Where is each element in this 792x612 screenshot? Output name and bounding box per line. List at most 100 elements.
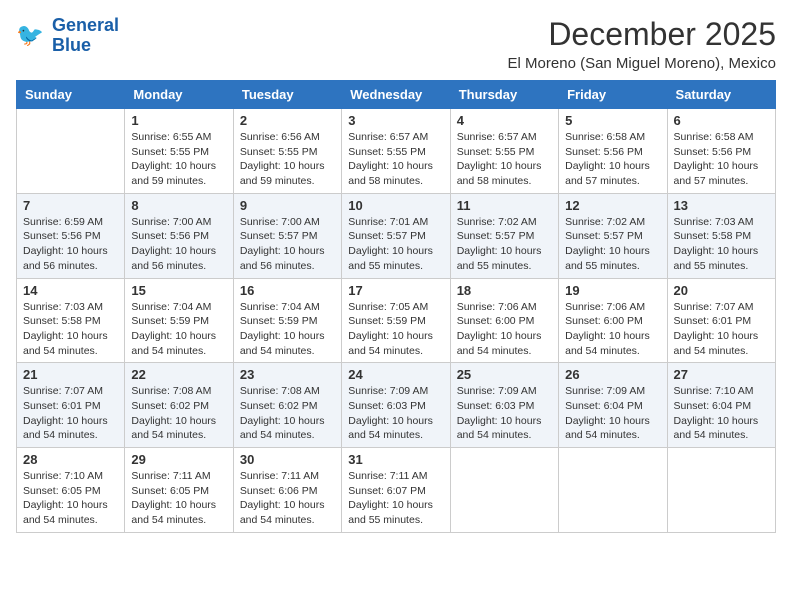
day-number: 4	[457, 113, 552, 128]
calendar-cell	[559, 448, 667, 533]
calendar-cell: 27Sunrise: 7:10 AMSunset: 6:04 PMDayligh…	[667, 363, 775, 448]
calendar-cell: 7 Sunrise: 6:59 AMSunset: 5:56 PMDaylight…	[17, 193, 125, 278]
day-info: Sunrise: 6:58 AMSunset: 5:56 PMDaylight:…	[674, 130, 769, 189]
logo-blue: Blue	[52, 35, 91, 55]
calendar-cell: 1 Sunrise: 6:55 AMSunset: 5:55 PMDaylight…	[125, 109, 233, 194]
day-info: Sunrise: 7:09 AMSunset: 6:04 PMDaylight:…	[565, 384, 660, 443]
day-number: 15	[131, 283, 226, 298]
day-info: Sunrise: 7:03 AMSunset: 5:58 PMDaylight:…	[23, 300, 118, 359]
day-info: Sunrise: 7:11 AMSunset: 6:07 PMDaylight:…	[348, 469, 443, 528]
weekday-header-tuesday: Tuesday	[233, 81, 341, 109]
calendar-cell: 2 Sunrise: 6:56 AMSunset: 5:55 PMDaylight…	[233, 109, 341, 194]
calendar-cell: 21 Sunrise: 7:07 AMSunset: 6:01 PMDayligh…	[17, 363, 125, 448]
day-info: Sunrise: 7:07 AMSunset: 6:01 PMDaylight:…	[674, 300, 769, 359]
day-info: Sunrise: 7:09 AMSunset: 6:03 PMDaylight:…	[348, 384, 443, 443]
day-number: 5	[565, 113, 660, 128]
day-number: 14	[23, 283, 118, 298]
day-number: 3	[348, 113, 443, 128]
day-info: Sunrise: 7:01 AMSunset: 5:57 PMDaylight:…	[348, 215, 443, 274]
logo-icon: 🐦	[16, 20, 48, 52]
day-number: 13	[674, 198, 769, 213]
day-info: Sunrise: 6:55 AMSunset: 5:55 PMDaylight:…	[131, 130, 226, 189]
day-info: Sunrise: 7:04 AMSunset: 5:59 PMDaylight:…	[131, 300, 226, 359]
page-header: 🐦 General Blue December 2025 El Moreno (…	[16, 16, 776, 72]
weekday-header-thursday: Thursday	[450, 81, 558, 109]
day-info: Sunrise: 7:10 AMSunset: 6:05 PMDaylight:…	[23, 469, 118, 528]
day-info: Sunrise: 6:57 AMSunset: 5:55 PMDaylight:…	[457, 130, 552, 189]
day-info: Sunrise: 7:00 AMSunset: 5:56 PMDaylight:…	[131, 215, 226, 274]
calendar-week-row: 14 Sunrise: 7:03 AMSunset: 5:58 PMDayligh…	[17, 278, 776, 363]
day-info: Sunrise: 6:56 AMSunset: 5:55 PMDaylight:…	[240, 130, 335, 189]
calendar-cell: 3 Sunrise: 6:57 AMSunset: 5:55 PMDaylight…	[342, 109, 450, 194]
day-number: 16	[240, 283, 335, 298]
day-number: 25	[457, 367, 552, 382]
calendar-cell: 31 Sunrise: 7:11 AMSunset: 6:07 PMDayligh…	[342, 448, 450, 533]
day-number: 9	[240, 198, 335, 213]
weekday-header-wednesday: Wednesday	[342, 81, 450, 109]
day-info: Sunrise: 7:09 AMSunset: 6:03 PMDaylight:…	[457, 384, 552, 443]
logo: 🐦 General Blue	[16, 16, 119, 56]
calendar-header-row: SundayMondayTuesdayWednesdayThursdayFrid…	[17, 81, 776, 109]
calendar-cell: 18Sunrise: 7:06 AMSunset: 6:00 PMDayligh…	[450, 278, 558, 363]
calendar-cell: 12 Sunrise: 7:02 AMSunset: 5:57 PMDayligh…	[559, 193, 667, 278]
day-info: Sunrise: 7:07 AMSunset: 6:01 PMDaylight:…	[23, 384, 118, 443]
title-area: December 2025 El Moreno (San Miguel More…	[508, 16, 776, 72]
weekday-header-friday: Friday	[559, 81, 667, 109]
weekday-header-monday: Monday	[125, 81, 233, 109]
calendar-cell: 4 Sunrise: 6:57 AMSunset: 5:55 PMDaylight…	[450, 109, 558, 194]
calendar-table: SundayMondayTuesdayWednesdayThursdayFrid…	[16, 80, 776, 533]
calendar-week-row: 28Sunrise: 7:10 AMSunset: 6:05 PMDayligh…	[17, 448, 776, 533]
calendar-cell: 26Sunrise: 7:09 AMSunset: 6:04 PMDayligh…	[559, 363, 667, 448]
day-number: 19	[565, 283, 660, 298]
calendar-cell: 25 Sunrise: 7:09 AMSunset: 6:03 PMDayligh…	[450, 363, 558, 448]
day-number: 18	[457, 283, 552, 298]
day-info: Sunrise: 7:08 AMSunset: 6:02 PMDaylight:…	[240, 384, 335, 443]
calendar-week-row: 21 Sunrise: 7:07 AMSunset: 6:01 PMDayligh…	[17, 363, 776, 448]
day-number: 10	[348, 198, 443, 213]
day-number: 7	[23, 198, 118, 213]
logo-text: General Blue	[52, 16, 119, 56]
day-info: Sunrise: 7:11 AMSunset: 6:05 PMDaylight:…	[131, 469, 226, 528]
calendar-cell: 9 Sunrise: 7:00 AMSunset: 5:57 PMDaylight…	[233, 193, 341, 278]
calendar-cell	[450, 448, 558, 533]
day-info: Sunrise: 6:57 AMSunset: 5:55 PMDaylight:…	[348, 130, 443, 189]
day-number: 12	[565, 198, 660, 213]
calendar-cell: 24 Sunrise: 7:09 AMSunset: 6:03 PMDayligh…	[342, 363, 450, 448]
day-info: Sunrise: 7:03 AMSunset: 5:58 PMDaylight:…	[674, 215, 769, 274]
day-info: Sunrise: 7:05 AMSunset: 5:59 PMDaylight:…	[348, 300, 443, 359]
day-number: 27	[674, 367, 769, 382]
day-number: 17	[348, 283, 443, 298]
calendar-cell: 5Sunrise: 6:58 AMSunset: 5:56 PMDaylight…	[559, 109, 667, 194]
day-number: 20	[674, 283, 769, 298]
day-number: 21	[23, 367, 118, 382]
calendar-cell: 10 Sunrise: 7:01 AMSunset: 5:57 PMDayligh…	[342, 193, 450, 278]
day-info: Sunrise: 7:02 AMSunset: 5:57 PMDaylight:…	[565, 215, 660, 274]
calendar-cell: 19Sunrise: 7:06 AMSunset: 6:00 PMDayligh…	[559, 278, 667, 363]
day-number: 6	[674, 113, 769, 128]
calendar-cell: 13 Sunrise: 7:03 AMSunset: 5:58 PMDayligh…	[667, 193, 775, 278]
day-number: 2	[240, 113, 335, 128]
day-info: Sunrise: 7:00 AMSunset: 5:57 PMDaylight:…	[240, 215, 335, 274]
day-number: 22	[131, 367, 226, 382]
calendar-cell: 17 Sunrise: 7:05 AMSunset: 5:59 PMDayligh…	[342, 278, 450, 363]
calendar-cell: 11Sunrise: 7:02 AMSunset: 5:57 PMDayligh…	[450, 193, 558, 278]
calendar-cell: 6 Sunrise: 6:58 AMSunset: 5:56 PMDaylight…	[667, 109, 775, 194]
day-number: 24	[348, 367, 443, 382]
day-number: 8	[131, 198, 226, 213]
weekday-header-sunday: Sunday	[17, 81, 125, 109]
day-info: Sunrise: 7:04 AMSunset: 5:59 PMDaylight:…	[240, 300, 335, 359]
calendar-cell: 8 Sunrise: 7:00 AMSunset: 5:56 PMDaylight…	[125, 193, 233, 278]
calendar-cell: 23 Sunrise: 7:08 AMSunset: 6:02 PMDayligh…	[233, 363, 341, 448]
day-number: 11	[457, 198, 552, 213]
calendar-cell: 30Sunrise: 7:11 AMSunset: 6:06 PMDayligh…	[233, 448, 341, 533]
day-info: Sunrise: 6:59 AMSunset: 5:56 PMDaylight:…	[23, 215, 118, 274]
weekday-header-saturday: Saturday	[667, 81, 775, 109]
calendar-cell	[17, 109, 125, 194]
calendar-cell: 20 Sunrise: 7:07 AMSunset: 6:01 PMDayligh…	[667, 278, 775, 363]
day-number: 30	[240, 452, 335, 467]
day-number: 1	[131, 113, 226, 128]
calendar-cell	[667, 448, 775, 533]
calendar-cell: 16 Sunrise: 7:04 AMSunset: 5:59 PMDayligh…	[233, 278, 341, 363]
day-number: 31	[348, 452, 443, 467]
day-number: 23	[240, 367, 335, 382]
